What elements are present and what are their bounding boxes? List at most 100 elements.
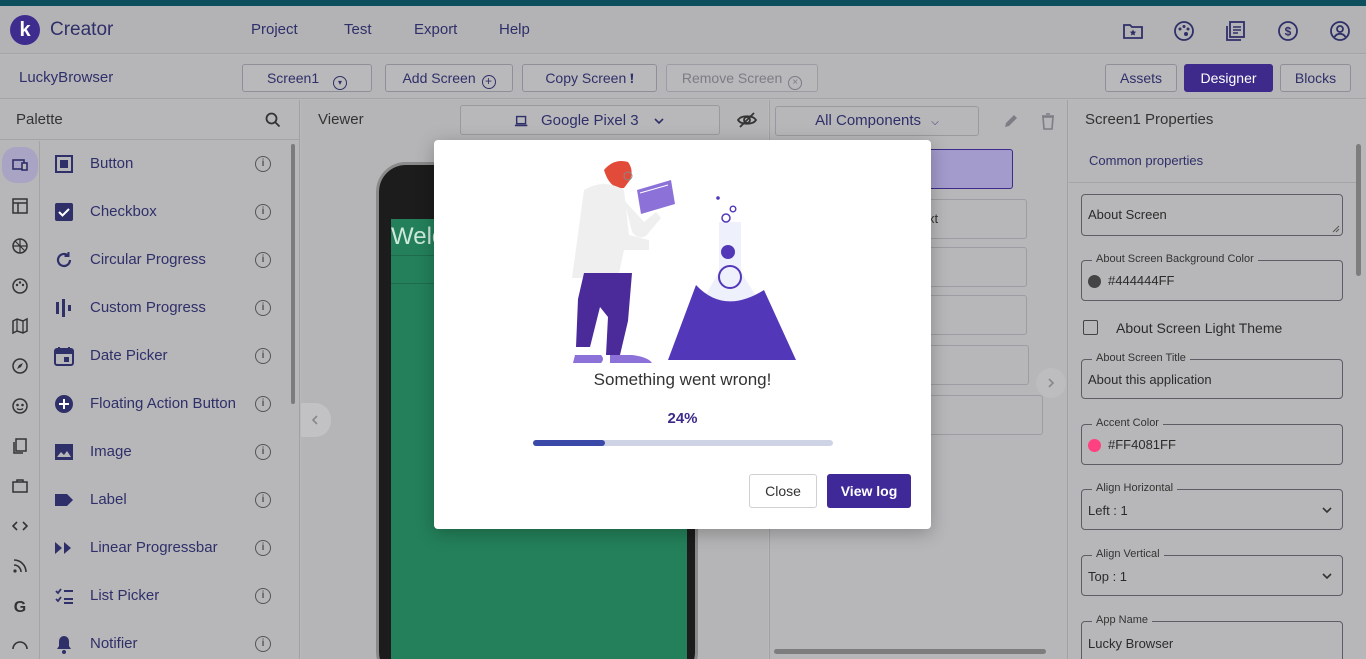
palette-item-notifier[interactable]: Notifier i <box>40 620 292 659</box>
code-category-icon[interactable] <box>11 517 29 535</box>
account-icon[interactable] <box>1328 19 1352 43</box>
viewer-title: Viewer <box>318 111 364 128</box>
tab-common-properties-label: Common properties <box>1089 153 1204 168</box>
media-category-icon[interactable] <box>11 237 29 255</box>
svg-text:$: $ <box>1285 25 1292 39</box>
progress-percent: 24% <box>667 410 698 427</box>
user-interface-category-icon[interactable] <box>11 156 29 174</box>
chevron-down-icon <box>1322 507 1332 514</box>
menu-test[interactable]: Test <box>344 21 372 38</box>
info-icon[interactable]: i <box>255 492 271 508</box>
align-vertical-value: Top : 1 <box>1088 569 1128 584</box>
about-screen-value: About Screen <box>1088 207 1167 222</box>
screen-select-label: Screen1 <box>266 70 320 86</box>
app-logo[interactable]: k <box>10 15 40 45</box>
info-icon[interactable]: i <box>255 300 271 316</box>
all-components-select[interactable]: All Components ⌵ <box>775 106 979 136</box>
info-icon[interactable]: i <box>255 444 271 460</box>
close-button[interactable]: Close <box>749 474 817 508</box>
delete-icon[interactable] <box>1039 112 1057 130</box>
info-icon[interactable]: i <box>255 348 271 364</box>
palette-item-checkbox[interactable]: Checkbox i <box>40 188 292 236</box>
app-name-value: Lucky Browser <box>1088 636 1174 651</box>
palette-item-floating-action-button[interactable]: Floating Action Button i <box>40 380 292 428</box>
about-screen-textarea[interactable]: About Screen <box>1081 194 1343 236</box>
drawing-category-icon[interactable] <box>11 277 29 295</box>
palette-item-image[interactable]: Image i <box>40 428 292 476</box>
linear-progress-icon <box>55 542 71 554</box>
app-name-field[interactable]: App Name Lucky Browser <box>1081 614 1343 659</box>
color-swatch[interactable] <box>1088 275 1101 288</box>
svg-text:G: G <box>14 599 26 615</box>
palette-header: Palette <box>0 100 300 140</box>
device-icon <box>514 115 528 127</box>
info-icon[interactable]: i <box>255 396 271 412</box>
storage-category-icon[interactable] <box>11 437 29 455</box>
about-screen-title-field[interactable]: About Screen Title About this applicatio… <box>1081 352 1343 399</box>
palette-item-label[interactable]: Label i <box>40 476 292 524</box>
brand-name: Creator <box>50 19 114 40</box>
library-icon[interactable] <box>1224 19 1248 43</box>
info-icon[interactable]: i <box>255 588 271 604</box>
edit-icon[interactable] <box>1002 112 1020 130</box>
blocks-button[interactable]: Blocks <box>1280 64 1351 92</box>
menu-project[interactable]: Project <box>251 21 298 38</box>
list-picker-icon <box>55 588 73 604</box>
tab-common-properties[interactable]: Common properties <box>1069 141 1359 183</box>
all-components-label: All Components <box>815 112 922 129</box>
resize-handle-icon[interactable] <box>1332 225 1340 233</box>
tree-next-button[interactable] <box>1036 368 1066 398</box>
about-screen-bg-color-field[interactable]: About Screen Background Color #444444FF <box>1081 253 1343 301</box>
palette-item-date-picker[interactable]: Date Picker i <box>40 332 292 380</box>
color-swatch[interactable] <box>1088 439 1101 452</box>
palette-item-circular-progress[interactable]: Circular Progress i <box>40 236 292 284</box>
viewer-prev-button[interactable] <box>301 403 331 437</box>
layout-category-icon[interactable] <box>11 197 29 215</box>
palette-item-button[interactable]: Button i <box>40 140 292 188</box>
scientist-illustration <box>572 161 796 363</box>
plus-circle-icon: + <box>481 75 496 89</box>
palette-icon[interactable] <box>1172 19 1196 43</box>
align-horizontal-select[interactable]: Align Horizontal Left : 1 <box>1081 482 1343 530</box>
sensors-category-icon[interactable] <box>11 357 29 375</box>
view-log-button[interactable]: View log <box>827 474 911 508</box>
light-theme-checkbox[interactable] <box>1083 320 1098 335</box>
accent-color-field[interactable]: Accent Color #FF4081FF <box>1081 417 1343 465</box>
dollar-icon[interactable]: $ <box>1276 19 1300 43</box>
assets-button[interactable]: Assets <box>1105 64 1177 92</box>
menu-help[interactable]: Help <box>499 21 530 38</box>
visibility-off-icon[interactable] <box>737 110 757 130</box>
designer-button[interactable]: Designer <box>1184 64 1273 92</box>
google-category-icon[interactable]: G <box>11 597 29 615</box>
error-dialog: Something went wrong! 24% Close View log <box>434 140 931 529</box>
social-category-icon[interactable] <box>11 397 29 415</box>
connectivity-category-icon[interactable] <box>11 557 29 575</box>
remove-screen-button[interactable]: Remove Screen × <box>666 64 818 92</box>
palette-scrollbar[interactable] <box>291 144 295 404</box>
properties-scrollbar[interactable] <box>1356 144 1361 276</box>
info-icon[interactable]: i <box>255 156 271 172</box>
copy-screen-button[interactable]: Copy Screen ❗︎ <box>522 64 657 92</box>
palette-item-list-picker[interactable]: List Picker i <box>40 572 292 620</box>
palette-item-custom-progress[interactable]: Custom Progress i <box>40 284 292 332</box>
button-icon <box>55 155 73 173</box>
info-icon[interactable]: i <box>255 204 271 220</box>
tree-horizontal-scrollbar[interactable] <box>774 649 1046 654</box>
palette-item-linear-progressbar[interactable]: Linear Progressbar i <box>40 524 292 572</box>
info-icon[interactable]: i <box>255 540 271 556</box>
info-icon[interactable]: i <box>255 636 271 652</box>
maps-category-icon[interactable] <box>11 317 29 335</box>
menu-export[interactable]: Export <box>414 21 457 38</box>
device-select[interactable]: Google Pixel 3 <box>460 105 720 135</box>
chevron-down-icon <box>654 118 664 125</box>
align-vertical-select[interactable]: Align Vertical Top : 1 <box>1081 548 1343 596</box>
screen-select[interactable]: Screen1 ▾ <box>242 64 372 92</box>
add-screen-button[interactable]: Add Screen + <box>385 64 513 92</box>
utilities-category-icon[interactable] <box>11 477 29 495</box>
search-icon[interactable] <box>265 112 281 128</box>
more-category-icon[interactable] <box>11 637 29 655</box>
info-icon[interactable]: i <box>255 252 271 268</box>
chevron-right-icon <box>1048 378 1055 388</box>
chevron-left-icon <box>311 415 318 425</box>
folder-star-icon[interactable] <box>1121 19 1145 43</box>
